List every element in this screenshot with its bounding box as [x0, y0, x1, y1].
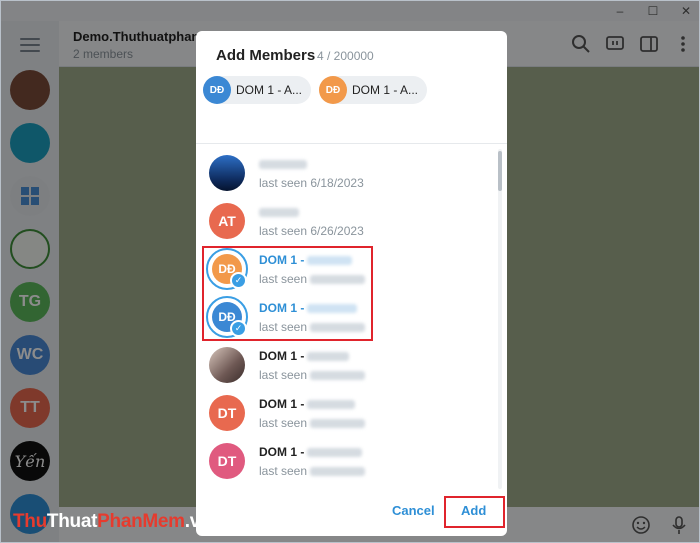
member-name: [259, 157, 307, 171]
list-item[interactable]: DT DOM 1 - last seen: [196, 389, 496, 437]
member-status: last seen 6/26/2023: [259, 224, 364, 238]
member-count: 4 / 200000: [317, 49, 374, 63]
member-status: last seen 6/18/2023: [259, 176, 364, 190]
member-status: last seen: [259, 416, 366, 430]
member-name: DOM 1 -: [259, 349, 350, 363]
list-item[interactable]: DOM 1 - last seen: [196, 341, 496, 389]
scrollbar[interactable]: [498, 149, 502, 489]
member-name: DOM 1 -: [259, 445, 363, 459]
divider: [196, 143, 507, 144]
member-name: DOM 1 -: [259, 397, 356, 411]
avatar: DT: [209, 443, 245, 479]
list-item[interactable]: last seen 6/18/2023: [196, 149, 496, 197]
selected-chip[interactable]: DĐ DOM 1 - A...: [319, 76, 427, 104]
avatar: DĐ: [319, 76, 347, 104]
selected-chip[interactable]: DĐ DOM 1 - A...: [203, 76, 311, 104]
chip-label: DOM 1 - A...: [352, 83, 419, 97]
add-members-dialog: Add Members 4 / 200000 DĐ DOM 1 - A... D…: [196, 31, 507, 536]
highlight-box: [202, 246, 373, 341]
member-status: last seen: [259, 368, 366, 382]
avatar: DĐ: [203, 76, 231, 104]
list-item[interactable]: AT last seen 6/26/2023: [196, 197, 496, 245]
avatar: [209, 347, 245, 383]
list-item[interactable]: DT DOM 1 - last seen: [196, 437, 496, 485]
telegram-window: – ☐ ✕ TG WC TT Yến Demo.Thuthuatphanm 2 …: [0, 0, 700, 543]
add-button[interactable]: Add: [461, 503, 486, 518]
avatar: AT: [209, 203, 245, 239]
chip-label: DOM 1 - A...: [236, 83, 303, 97]
cancel-button[interactable]: Cancel: [392, 503, 435, 518]
avatar: DT: [209, 395, 245, 431]
scroll-thumb[interactable]: [498, 151, 502, 191]
member-status: last seen: [259, 464, 366, 478]
dialog-title: Add Members: [216, 47, 316, 64]
watermark-logo: ThuThuatPhanMem.vn: [13, 511, 212, 532]
avatar: [209, 155, 245, 191]
member-name: [259, 205, 299, 219]
